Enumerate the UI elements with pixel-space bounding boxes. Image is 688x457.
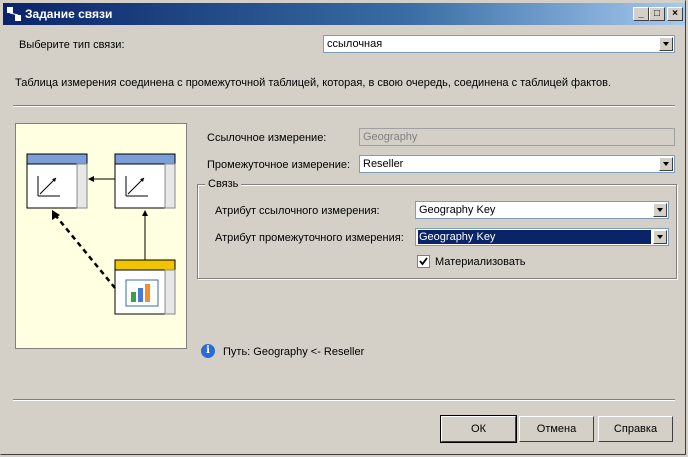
separator-bottom — [13, 399, 675, 401]
intermediate-dimension-label: Промежуточное измерение: — [207, 159, 351, 171]
close-button[interactable]: × — [667, 7, 683, 21]
relationship-type-label: Выберите тип связи: — [19, 39, 125, 51]
ok-button[interactable]: ОК — [440, 415, 517, 443]
path-text: Путь: Geography <- Reseller — [223, 346, 365, 358]
intermediate-attribute-dropdown[interactable]: Geography Key — [415, 228, 669, 246]
separator-top — [13, 105, 675, 107]
materialize-label[interactable]: Материализовать — [435, 256, 526, 268]
diagram-graphic — [26, 153, 176, 315]
materialize-checkbox[interactable] — [417, 255, 430, 268]
reference-attribute-value: Geography Key — [419, 204, 496, 216]
cancel-button[interactable]: Отмена — [519, 416, 594, 442]
intermediate-dimension-value: Reseller — [363, 158, 404, 170]
chevron-down-icon[interactable] — [659, 37, 673, 51]
checkmark-icon — [419, 257, 428, 266]
intermediate-attribute-value: Geography Key — [419, 231, 496, 243]
relationship-description: Таблица измерения соединена с промежуточ… — [15, 77, 612, 89]
help-button[interactable]: Справка — [598, 416, 673, 442]
maximize-button[interactable]: □ — [649, 7, 665, 21]
info-icon: i — [201, 344, 215, 358]
chevron-down-icon[interactable] — [653, 203, 667, 217]
dialog-app-icon — [7, 7, 21, 21]
intermediate-attribute-label: Атрибут промежуточного измерения: — [215, 232, 404, 244]
relationship-diagram — [15, 123, 187, 349]
reference-dimension-value: Geography — [363, 131, 418, 143]
reference-attribute-dropdown[interactable]: Geography Key — [415, 201, 669, 219]
relationship-group-title: Связь — [205, 178, 242, 190]
reference-dimension-table-icon — [26, 153, 88, 209]
intermediate-dimension-table-icon — [114, 153, 176, 209]
intermediate-dimension-dropdown[interactable]: Reseller — [359, 155, 675, 173]
relationship-type-value: ссылочная — [327, 38, 383, 50]
chevron-down-icon[interactable] — [659, 157, 673, 171]
fact-table-icon — [114, 259, 176, 315]
chevron-down-icon[interactable] — [653, 230, 667, 244]
title-bar[interactable]: Задание связи _ □ × — [3, 3, 685, 25]
reference-dimension-field: Geography — [359, 128, 675, 146]
minimize-button[interactable]: _ — [633, 7, 649, 21]
relationship-type-dropdown[interactable]: ссылочная — [323, 35, 675, 53]
reference-attribute-label: Атрибут ссылочного измерения: — [215, 205, 380, 217]
reference-dimension-label: Ссылочное измерение: — [207, 132, 327, 144]
dialog-window: Задание связи _ □ × Выберите тип связи: … — [0, 0, 686, 455]
window-title: Задание связи — [25, 7, 113, 21]
